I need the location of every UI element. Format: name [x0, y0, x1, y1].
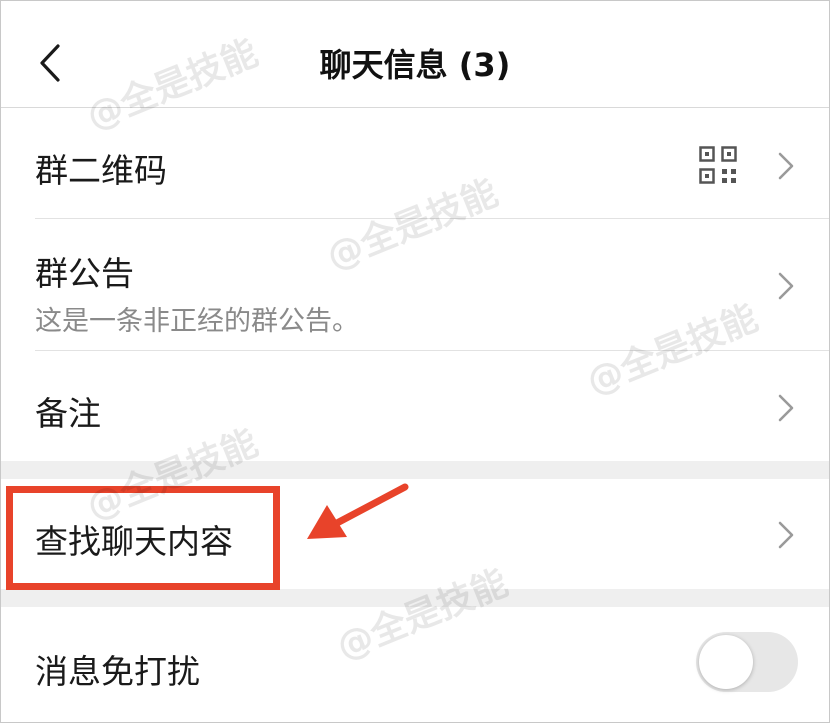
group-notice-label: 群公告 — [35, 254, 134, 293]
group-notice-preview: 这是一条非正经的群公告。 — [35, 306, 359, 337]
chat-info-screen: 聊天信息 (3) 群二维码 群公告 这是一条非正经的群公告。 备注 查找聊天内容… — [0, 0, 830, 723]
mute-notifications-label: 消息免打扰 — [35, 652, 200, 691]
search-chat-content-label: 查找聊天内容 — [35, 522, 233, 561]
group-qr-code-label: 群二维码 — [35, 151, 167, 190]
nav-bar: 聊天信息 (3) — [1, 1, 829, 108]
qr-code-icon — [699, 146, 737, 184]
search-chat-content-row[interactable]: 查找聊天内容 — [1, 479, 829, 589]
section-separator — [1, 461, 829, 479]
toggle-knob — [699, 635, 753, 689]
mute-notifications-toggle[interactable] — [696, 632, 798, 692]
remark-label: 备注 — [35, 394, 101, 433]
chevron-right-icon — [778, 521, 794, 549]
page-title: 聊天信息 (3) — [319, 46, 511, 84]
section-separator — [1, 589, 829, 607]
chevron-right-icon — [778, 272, 794, 300]
group-notice-row[interactable]: 群公告 这是一条非正经的群公告。 — [1, 219, 829, 350]
chevron-right-icon — [778, 152, 794, 180]
chevron-right-icon — [778, 394, 794, 422]
remark-row[interactable]: 备注 — [1, 351, 829, 461]
